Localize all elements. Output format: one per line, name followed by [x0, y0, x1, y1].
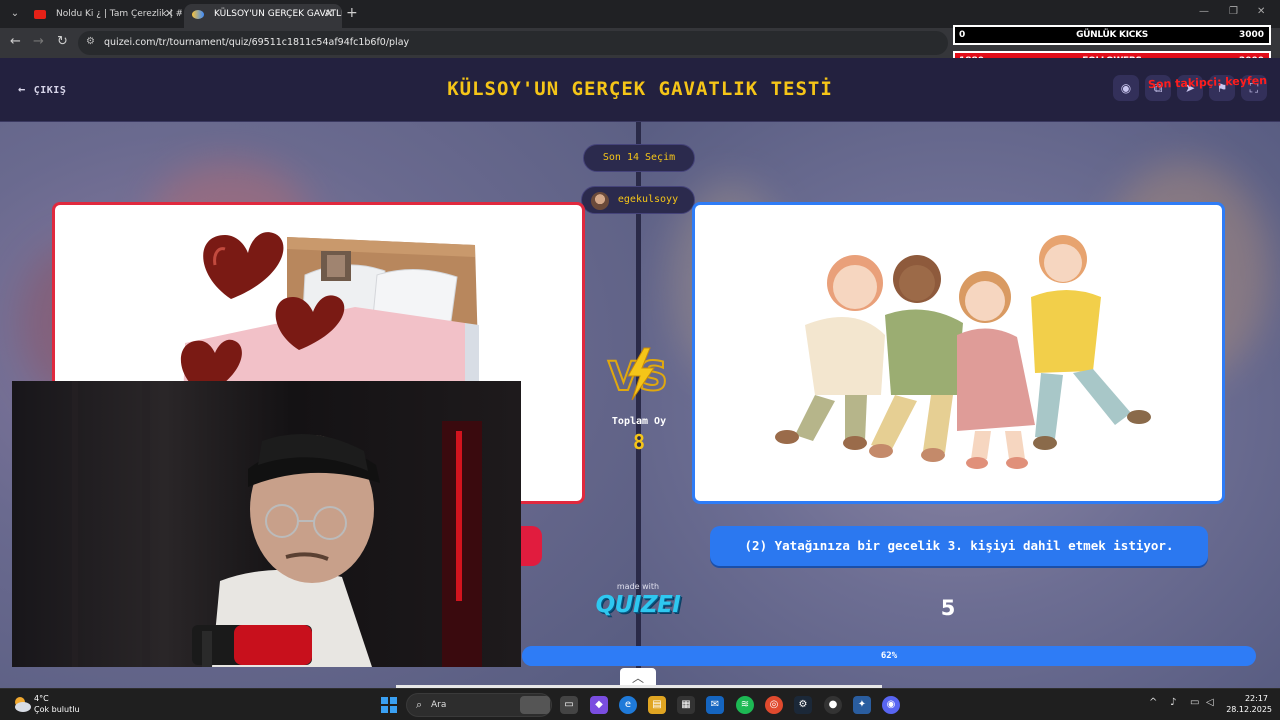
microphone-icon[interactable]: ♪: [1170, 697, 1176, 708]
spotify-icon[interactable]: ≋: [736, 696, 754, 714]
cloudy-weather-icon[interactable]: [12, 695, 32, 713]
minimize-icon[interactable]: —: [1199, 6, 1209, 17]
close-tab-icon[interactable]: ✕: [165, 4, 174, 24]
webcam-feed: [12, 381, 521, 667]
round-badge: Son 14 Seçim: [583, 144, 695, 172]
kicks-goal-current: 0: [959, 30, 966, 40]
chevron-up-icon[interactable]: ^: [1149, 697, 1157, 708]
vote-progress-bar: 62%: [522, 646, 1256, 666]
search-placeholder: Ara: [431, 700, 447, 710]
total-votes-label: Toplam Oy: [611, 416, 667, 427]
maximize-icon[interactable]: ❐: [1229, 6, 1238, 17]
store-icon[interactable]: ▦: [677, 696, 695, 714]
window-close-icon[interactable]: ✕: [1257, 6, 1265, 17]
vote-progress-label: 62%: [880, 651, 898, 661]
new-tab-icon[interactable]: +: [346, 5, 358, 21]
quiz-stage: Son 14 Seçim egekulsoyy VS Toplam Oy 8 (…: [0, 122, 1280, 688]
steam-icon[interactable]: ⚙: [794, 696, 812, 714]
made-with-label: made with: [616, 582, 660, 591]
weather-description[interactable]: Çok bulutlu: [34, 705, 80, 714]
browser-tab-quizei[interactable]: KÜLSOY'UN GERÇEK GAVATLIK ✕: [184, 4, 342, 28]
search-icon: ⌕: [416, 698, 423, 711]
tab-title: KÜLSOY'UN GERÇEK GAVATLIK: [214, 9, 342, 19]
kicks-goal-label: GÜNLÜK KICKS: [1076, 30, 1148, 40]
right-option-card[interactable]: [692, 202, 1225, 504]
edge-browser-icon[interactable]: e: [619, 696, 637, 714]
friends-illustration: [775, 235, 1151, 469]
right-option-count: 5: [940, 596, 956, 620]
obs-icon[interactable]: ●: [824, 696, 842, 714]
tab-search-icon[interactable]: ⌄: [6, 5, 24, 23]
url-text[interactable]: quizei.com/tr/tournament/quiz/69511c1811…: [104, 37, 409, 48]
forward-icon[interactable]: →: [33, 34, 44, 49]
page-title: KÜLSOY'UN GERÇEK GAVATLIK TESTİ: [447, 78, 833, 100]
quiz-header: ← ÇIKIŞ KÜLSOY'UN GERÇEK GAVATLIK TESTİ ◉…: [0, 58, 1280, 122]
mail-icon[interactable]: ✉: [706, 696, 724, 714]
weather-temperature[interactable]: 4°C: [34, 694, 49, 703]
eye-icon[interactable]: ◉: [1113, 75, 1139, 101]
omnibox[interactable]: ⚙ quizei.com/tr/tournament/quiz/69511c18…: [78, 31, 948, 55]
windows-start-icon[interactable]: [381, 697, 397, 713]
author-name: egekulsoyy: [617, 194, 679, 205]
network-icon[interactable]: ▭: [1190, 697, 1199, 708]
volume-icon[interactable]: ◁: [1206, 697, 1214, 708]
webcam-overlay: [12, 381, 521, 667]
discord-icon[interactable]: ◉: [882, 696, 900, 714]
copilot-icon[interactable]: ◆: [590, 696, 608, 714]
browser-tab-youtube[interactable]: Noldu Ki ¿ | Tam Çerezlik | #25! ✕: [26, 4, 182, 28]
windows-taskbar: 4°C Çok bulutlu ⌕ Ara ▭ ◆ e ▤ ▦ ✉ ≋ ◎ ⚙ …: [0, 688, 1280, 720]
file-explorer-icon[interactable]: ▤: [648, 696, 666, 714]
quizei-favicon-icon: [192, 10, 204, 19]
task-view-icon[interactable]: ▭: [560, 696, 578, 714]
quizei-logo: QUIZEI: [595, 592, 681, 618]
chrome-icon[interactable]: ◎: [765, 696, 783, 714]
browser-tab-bar: ⌄ Noldu Ki ¿ | Tam Çerezlik | #25! ✕ KÜL…: [0, 0, 1280, 28]
back-icon[interactable]: ←: [10, 34, 21, 49]
youtube-icon: [34, 10, 46, 19]
right-option-button[interactable]: (2) Yatağınıza bir gecelik 3. kişiyi dah…: [710, 526, 1208, 566]
reload-icon[interactable]: ↻: [57, 34, 68, 49]
tab-title: Noldu Ki ¿ | Tam Çerezlik | #25!: [56, 9, 182, 19]
site-info-icon[interactable]: ⚙: [86, 36, 95, 47]
clock-time[interactable]: 22:17: [1240, 694, 1268, 703]
kicks-goal-target: 3000: [1238, 30, 1264, 40]
avatar: [591, 192, 609, 210]
close-tab-icon[interactable]: ✕: [325, 4, 334, 24]
app-icon[interactable]: ✦: [853, 696, 871, 714]
author-badge[interactable]: egekulsoyy: [581, 186, 695, 214]
total-votes-value: 8: [632, 430, 646, 454]
kicks-goal-overlay: GÜNLÜK KICKS 0 3000: [953, 25, 1271, 45]
search-highlight-icon[interactable]: [520, 696, 550, 714]
vs-lightning-icon: VS: [607, 347, 669, 401]
clock-date[interactable]: 28.12.2025: [1226, 705, 1272, 714]
